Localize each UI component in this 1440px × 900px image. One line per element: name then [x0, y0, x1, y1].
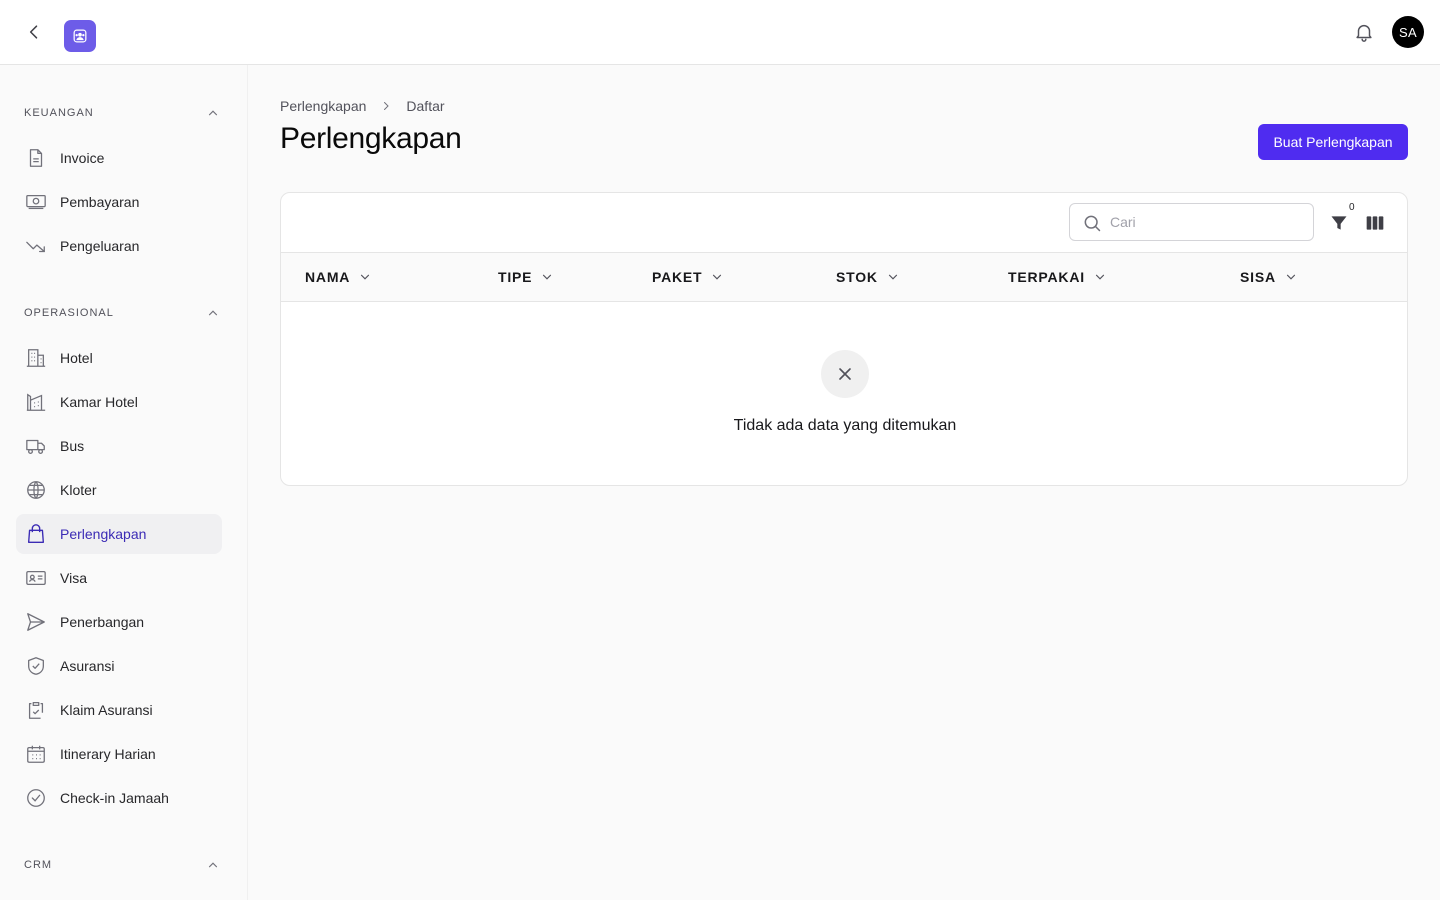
chevron-right-icon	[380, 100, 392, 112]
empty-state-text: Tidak ada data yang ditemukan	[733, 417, 957, 434]
app-logo[interactable]	[64, 20, 96, 52]
trend-down-icon	[24, 234, 48, 258]
columns-button[interactable]	[1363, 211, 1387, 235]
sidebar-item-perlengkapan[interactable]: Perlengkapan	[16, 514, 222, 554]
sidebar-item-visa[interactable]: Visa	[16, 558, 222, 598]
paper-plane-icon	[24, 610, 48, 634]
building-room-icon	[24, 390, 48, 414]
sidebar-item-label: Kamar Hotel	[60, 394, 138, 410]
top-bar: SA	[0, 0, 1440, 65]
section-toggle-crm[interactable]: CRM	[24, 855, 220, 875]
sidebar: KEUANGAN Invoice Pembayaran Pengeluaran …	[0, 65, 248, 900]
column-header-paket[interactable]: PAKET	[652, 253, 724, 301]
sidebar-item-check-in-jamaah[interactable]: Check-in Jamaah	[16, 778, 222, 818]
sidebar-item-bus[interactable]: Bus	[16, 426, 222, 466]
table-header: NAMA TIPE PAKET STOK TERPAKAI SISA	[281, 252, 1407, 302]
column-header-nama[interactable]: NAMA	[305, 253, 372, 301]
breadcrumb-item-perlengkapan[interactable]: Perlengkapan	[280, 98, 366, 114]
chevron-down-icon	[710, 270, 724, 284]
column-label: TIPE	[498, 269, 533, 285]
sidebar-item-asuransi[interactable]: Asuransi	[16, 646, 222, 686]
column-label: PAKET	[652, 269, 703, 285]
chevron-down-icon	[540, 270, 554, 284]
sidebar-item-pengeluaran[interactable]: Pengeluaran	[16, 226, 222, 266]
sidebar-item-hotel[interactable]: Hotel	[16, 338, 222, 378]
user-avatar[interactable]: SA	[1392, 16, 1424, 48]
globe-icon	[24, 478, 48, 502]
sidebar-item-pembayaran[interactable]: Pembayaran	[16, 182, 222, 222]
chevron-down-icon	[1284, 270, 1298, 284]
sidebar-item-label: Klaim Asuransi	[60, 702, 153, 718]
section-toggle-operasional[interactable]: OPERASIONAL	[24, 303, 220, 323]
sidebar-item-label: Itinerary Harian	[60, 746, 156, 762]
sidebar-item-label: Asuransi	[60, 658, 115, 674]
document-icon	[24, 146, 48, 170]
column-label: NAMA	[305, 269, 351, 285]
sidebar-item-label: Pembayaran	[60, 194, 140, 210]
column-header-stok[interactable]: STOK	[836, 253, 900, 301]
sidebar-item-invoice[interactable]: Invoice	[16, 138, 222, 178]
id-card-icon	[24, 566, 48, 590]
column-label: TERPAKAI	[1008, 269, 1085, 285]
chevron-up-icon	[208, 310, 218, 316]
section-toggle-keuangan[interactable]: KEUANGAN	[24, 103, 220, 123]
sidebar-item-label: Invoice	[60, 150, 105, 166]
sidebar-item-label: Check-in Jamaah	[60, 790, 169, 806]
chevron-up-icon	[208, 862, 218, 868]
column-header-terpakai[interactable]: TERPAKAI	[1008, 253, 1107, 301]
columns-icon	[1366, 216, 1384, 230]
users-group-icon	[73, 29, 87, 43]
sidebar-item-label: Pengeluaran	[60, 238, 140, 254]
filter-count-badge: 0	[1349, 202, 1355, 213]
empty-state-icon	[821, 350, 869, 398]
sidebar-item-itinerary-harian[interactable]: Itinerary Harian	[16, 734, 222, 774]
shopping-bag-icon	[24, 522, 48, 546]
close-icon	[839, 368, 851, 380]
column-header-sisa[interactable]: SISA	[1240, 253, 1298, 301]
search-box[interactable]	[1069, 203, 1314, 241]
chevron-up-icon	[208, 110, 218, 116]
filter-button[interactable]	[1327, 211, 1351, 235]
data-table-card: 0 NAMA TIPE PAKET STOK TERPAKAI SISA	[280, 192, 1408, 486]
column-label: SISA	[1240, 269, 1276, 285]
page-title: Perlengkapan	[280, 122, 462, 155]
filter-icon	[1331, 216, 1347, 230]
search-icon	[1084, 215, 1101, 232]
sidebar-item-label: Visa	[60, 570, 87, 586]
sidebar-item-penerbangan[interactable]: Penerbangan	[16, 602, 222, 642]
sidebar-item-label: Hotel	[60, 350, 93, 366]
sidebar-item-kloter[interactable]: Kloter	[16, 470, 222, 510]
notification-button[interactable]	[1352, 20, 1376, 44]
truck-icon	[24, 434, 48, 458]
sidebar-item-label: Perlengkapan	[60, 526, 147, 542]
sidebar-item-label: Kloter	[60, 482, 97, 498]
sidebar-item-label: Penerbangan	[60, 614, 145, 630]
sidebar-item-kamar-hotel[interactable]: Kamar Hotel	[16, 382, 222, 422]
create-perlengkapan-button[interactable]: Buat Perlengkapan	[1258, 124, 1408, 160]
section-label: CRM	[24, 859, 53, 871]
calendar-icon	[24, 742, 48, 766]
building-icon	[24, 346, 48, 370]
shield-check-icon	[24, 654, 48, 678]
sidebar-item-label: Bus	[60, 438, 85, 454]
breadcrumb: Perlengkapan Daftar	[280, 96, 445, 116]
bell-icon	[1356, 24, 1372, 42]
sidebar-item-klaim-asuransi[interactable]: Klaim Asuransi	[16, 690, 222, 730]
section-label: OPERASIONAL	[24, 307, 114, 319]
breadcrumb-item-daftar: Daftar	[406, 98, 445, 114]
column-label: STOK	[836, 269, 878, 285]
cash-icon	[24, 190, 48, 214]
check-circle-icon	[24, 786, 48, 810]
section-label: KEUANGAN	[24, 107, 94, 119]
chevron-left-icon	[29, 25, 38, 39]
chevron-down-icon	[358, 270, 372, 284]
chevron-down-icon	[886, 270, 900, 284]
search-input[interactable]	[1110, 204, 1305, 240]
chevron-down-icon	[1093, 270, 1107, 284]
back-button[interactable]	[22, 20, 46, 44]
column-header-tipe[interactable]: TIPE	[498, 253, 554, 301]
clipboard-check-icon	[24, 698, 48, 722]
